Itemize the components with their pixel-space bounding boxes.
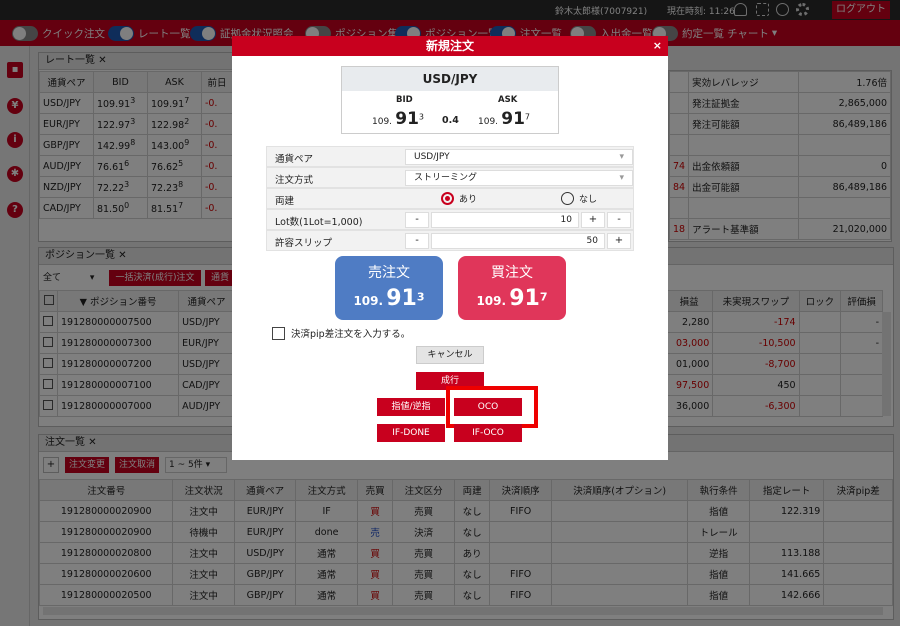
ask-price: 109. 917: [478, 109, 530, 129]
oco-button[interactable]: OCO: [454, 398, 522, 416]
radio-icon: [561, 192, 574, 205]
lot-minus-button[interactable]: -: [607, 212, 631, 228]
chevron-down-icon: ▾: [619, 152, 624, 162]
pair-field-row: 通貨ペア USD/JPY ▾: [266, 146, 634, 167]
checkbox-icon: [272, 326, 285, 340]
bid-price: 109. 913: [372, 109, 424, 129]
close-icon[interactable]: ×: [653, 36, 662, 56]
slippage-increment-button[interactable]: +: [607, 233, 631, 249]
spread: 0.4: [442, 115, 459, 126]
if-done-button[interactable]: IF-DONE: [377, 424, 445, 442]
order-method-select[interactable]: ストリーミング ▾: [405, 170, 633, 186]
pip-order-checkbox[interactable]: 決済pip差注文を入力する。: [272, 326, 410, 340]
rate-display: USD/JPY BID ASK 109. 913 0.4 109. 917: [341, 66, 559, 134]
both-no-radio[interactable]: なし: [561, 192, 597, 205]
both-yes-radio[interactable]: あり: [441, 192, 477, 205]
dialog-header: 新規注文 ×: [232, 36, 668, 56]
sell-order-button[interactable]: 売注文 109. 913: [335, 256, 443, 320]
buy-order-button[interactable]: 買注文 109. 917: [458, 256, 566, 320]
lot-increment-button[interactable]: +: [581, 212, 605, 228]
limit-stop-button[interactable]: 指値/逆指: [377, 398, 445, 416]
slippage-row: 許容スリップ - 50 +: [266, 230, 634, 251]
order-method-row: 注文方式 ストリーミング ▾: [266, 167, 634, 188]
cancel-button[interactable]: キャンセル: [416, 346, 484, 364]
pair-title: USD/JPY: [342, 67, 558, 91]
slippage-decrement-button[interactable]: -: [405, 233, 429, 249]
slippage-input[interactable]: 50: [431, 233, 605, 249]
chevron-down-icon: ▾: [619, 173, 624, 183]
lot-decrement-button[interactable]: -: [405, 212, 429, 228]
both-side-row: 両建 あり なし: [266, 188, 634, 209]
new-order-dialog: 新規注文 × USD/JPY BID ASK 109. 913 0.4 109.…: [232, 36, 668, 460]
if-oco-button[interactable]: IF-OCO: [454, 424, 522, 442]
lot-input[interactable]: 10: [431, 212, 579, 228]
pair-select[interactable]: USD/JPY ▾: [405, 149, 633, 165]
lot-row: Lot数(1Lot=1,000) - 10 + -: [266, 209, 634, 230]
radio-selected-icon: [441, 192, 454, 205]
